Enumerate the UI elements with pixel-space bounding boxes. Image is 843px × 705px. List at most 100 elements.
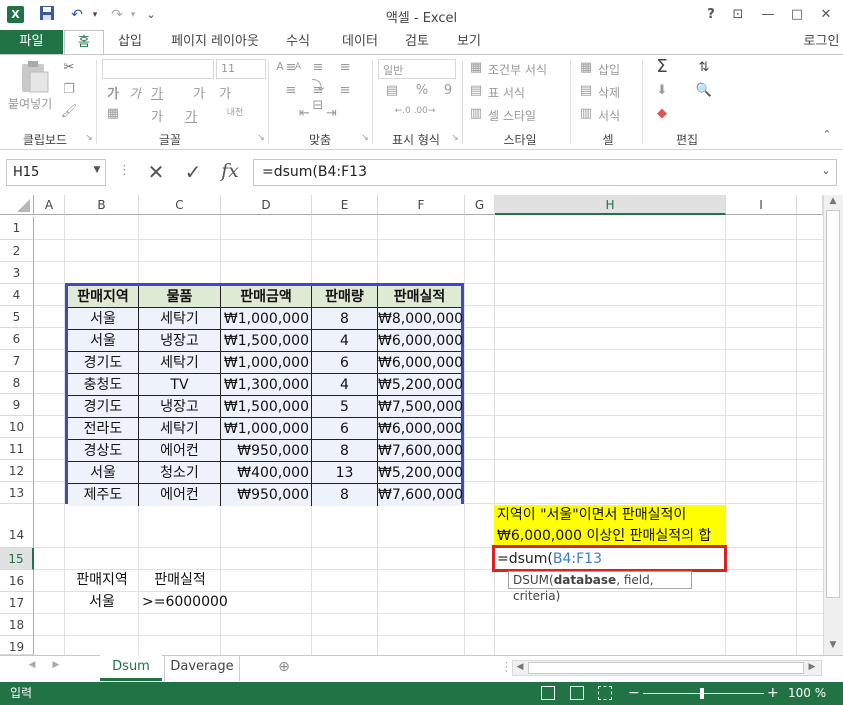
sheet-tab-dsum[interactable]: Dsum	[100, 655, 162, 681]
criteria-value-cell[interactable]: 서울	[65, 591, 139, 613]
table-cell[interactable]: 4	[312, 330, 378, 352]
cut-icon[interactable]: ✂	[60, 60, 78, 75]
row-header[interactable]: 19	[0, 636, 34, 655]
row-header[interactable]: 9	[0, 394, 34, 416]
column-header-E[interactable]: E	[312, 195, 378, 215]
tab-data[interactable]: 데이터	[332, 30, 388, 54]
table-cell[interactable]: 세탁기	[139, 308, 221, 330]
table-cell[interactable]: ₩1,000,000	[221, 352, 312, 374]
tab-view[interactable]: 보기	[449, 30, 489, 54]
row-header[interactable]: 12	[0, 460, 34, 482]
row-header[interactable]: 11	[0, 438, 34, 460]
table-cell[interactable]: 제주도	[68, 484, 139, 506]
table-cell[interactable]: 6	[312, 352, 378, 374]
table-cell[interactable]: 냉장고	[139, 396, 221, 418]
scroll-left-icon[interactable]: ◀	[514, 662, 526, 672]
table-header-cell[interactable]: 판매지역	[68, 286, 139, 308]
column-header-F[interactable]: F	[378, 195, 465, 215]
insert-function-button[interactable]: fx	[216, 160, 244, 182]
comma-button[interactable]: 9	[440, 83, 456, 98]
active-cell-editor[interactable]: =dsum(B4:F13	[492, 545, 727, 572]
table-cell[interactable]: ₩950,000	[221, 484, 312, 506]
row-header[interactable]: 10	[0, 416, 34, 438]
zoom-slider-thumb[interactable]	[700, 688, 704, 699]
row-header[interactable]: 1	[0, 217, 34, 240]
row-header[interactable]: 17	[0, 592, 34, 614]
table-cell[interactable]: ₩7,600,000	[378, 440, 463, 462]
borders-icon[interactable]: ▦	[104, 106, 122, 121]
scroll-down-icon[interactable]: ▼	[825, 640, 841, 650]
currency-icon[interactable]: ▤	[380, 83, 404, 98]
tab-formulas[interactable]: 수식	[278, 30, 318, 54]
table-cell[interactable]: ₩1,500,000	[221, 330, 312, 352]
table-cell[interactable]: ₩950,000	[221, 440, 312, 462]
zoom-out-icon[interactable]: −	[628, 682, 640, 704]
underline-button[interactable]: 가	[148, 83, 166, 102]
page-layout-view-icon[interactable]	[570, 686, 584, 700]
table-cell[interactable]: ₩5,200,000	[378, 374, 463, 396]
table-cell[interactable]: ₩7,500,000	[378, 396, 463, 418]
copy-icon[interactable]: ❐	[60, 82, 78, 97]
clear-icon[interactable]: ◆	[652, 106, 672, 121]
row-header[interactable]: 2	[0, 240, 34, 262]
number-format-combo[interactable]: 일반	[378, 59, 456, 79]
tab-home[interactable]: 홈	[64, 30, 104, 55]
format-painter-icon[interactable]: 🖌	[60, 104, 78, 119]
table-header-cell[interactable]: 판매금액	[221, 286, 312, 308]
table-cell[interactable]: 에어컨	[139, 440, 221, 462]
format-as-table-icon[interactable]: ▤	[468, 83, 484, 98]
help-button[interactable]: ?	[699, 4, 723, 26]
table-cell[interactable]: 6	[312, 418, 378, 440]
table-cell[interactable]: 8	[312, 440, 378, 462]
fill-icon[interactable]: ⬇	[652, 83, 672, 98]
row-header[interactable]: 13	[0, 482, 34, 504]
confirm-entry-button[interactable]: ✓	[180, 160, 206, 184]
phonetic-button[interactable]: 내천	[220, 105, 250, 118]
table-cell[interactable]: 세탁기	[139, 352, 221, 374]
table-header-cell[interactable]: 판매실적	[378, 286, 461, 308]
row-header-selected[interactable]: 15	[0, 548, 34, 570]
insert-cells-button[interactable]: 삽입	[598, 61, 620, 78]
column-header-B[interactable]: B	[65, 195, 139, 215]
table-cell[interactable]: 8	[312, 484, 378, 506]
find-select-icon[interactable]: 🔍	[694, 83, 714, 98]
table-cell[interactable]: 충청도	[68, 374, 139, 396]
table-cell[interactable]: ₩7,600,000	[378, 484, 463, 506]
clipboard-launcher-icon[interactable]: ↘	[84, 133, 94, 143]
column-header-I[interactable]: I	[726, 195, 797, 215]
table-cell[interactable]: 경기도	[68, 396, 139, 418]
font-size-combo[interactable]: 11	[216, 59, 266, 79]
table-cell[interactable]: 4	[312, 374, 378, 396]
column-header-C[interactable]: C	[139, 195, 221, 215]
decimal-icons[interactable]: ←.0 .00→	[380, 106, 450, 116]
table-cell[interactable]: ₩1,000,000	[221, 418, 312, 440]
font-name-combo[interactable]	[102, 59, 214, 79]
scroll-up-icon[interactable]: ▲	[825, 196, 841, 206]
scroll-right-icon[interactable]: ▶	[806, 662, 818, 672]
table-cell[interactable]: TV	[139, 374, 221, 396]
column-header-G[interactable]: G	[465, 195, 495, 215]
criteria-header-cell[interactable]: 판매지역	[65, 569, 139, 591]
table-cell[interactable]: 에어컨	[139, 484, 221, 506]
next-sheet-icon[interactable]: ▶	[50, 660, 62, 670]
ribbon-display-button[interactable]: ⊡	[726, 4, 750, 26]
column-header-D[interactable]: D	[221, 195, 312, 215]
table-cell[interactable]: ₩1,500,000	[221, 396, 312, 418]
font-launcher-icon[interactable]: ↘	[256, 133, 266, 143]
login-link[interactable]: 로그인	[800, 30, 843, 54]
maximize-button[interactable]: □	[785, 4, 809, 26]
percent-button[interactable]: %	[414, 83, 430, 98]
cell-styles-button[interactable]: 셀 스타일	[488, 107, 536, 124]
autosum-button[interactable]: Σ	[652, 56, 672, 77]
zoom-level[interactable]: 100 %	[788, 682, 826, 705]
condition-note-cell[interactable]: 지역이 "서울"이면서 판매실적이 ₩6,000,000 이상인 판매실적의 합	[494, 505, 725, 547]
font-color-button[interactable]: 가	[182, 106, 200, 125]
criteria-value-cell[interactable]: >=6000000	[142, 591, 228, 613]
column-header-H[interactable]: H	[495, 195, 726, 215]
function-tooltip[interactable]: DSUM(database, field, criteria)	[508, 571, 692, 603]
column-header-A[interactable]: A	[34, 195, 65, 215]
bold-button[interactable]: 가	[104, 83, 122, 102]
table-cell[interactable]: ₩6,000,000	[378, 330, 463, 352]
formula-input[interactable]: =dsum(B4:F13	[253, 159, 837, 186]
row-header[interactable]: 6	[0, 328, 34, 350]
